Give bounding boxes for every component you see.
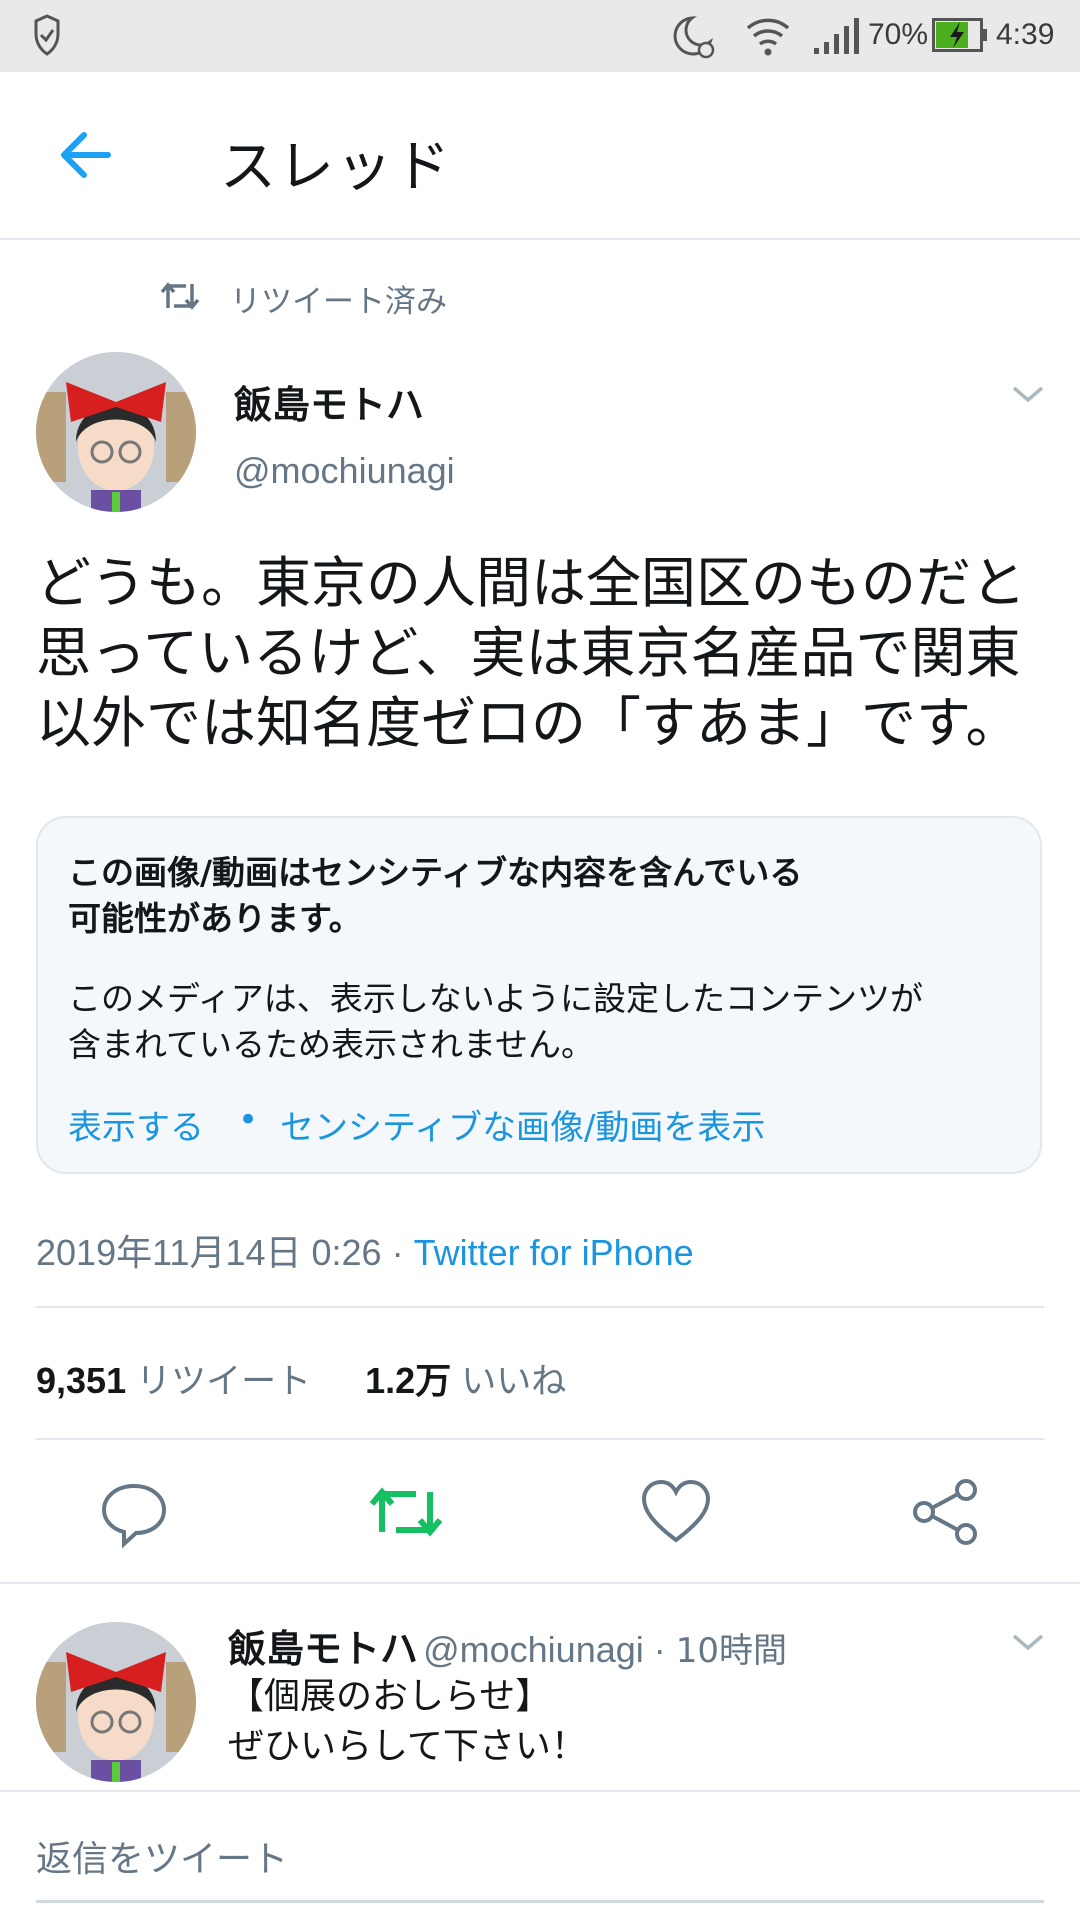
reply-text-line: ぜひいらして下さい！ (228, 1726, 587, 1767)
reply-text: 【個展のおしらせ】 ぜひいらして下さい！ (228, 1672, 587, 1772)
reply-chevron-down-icon[interactable] (1010, 1630, 1046, 1654)
warning-title-line: 可能性があります。 (68, 899, 362, 938)
back-arrow-icon[interactable] (58, 130, 112, 180)
divider (36, 1438, 1044, 1440)
chevron-down-icon[interactable] (1010, 382, 1046, 406)
compose-divider (0, 1790, 1080, 1792)
meta-separator: · (381, 1232, 414, 1273)
reply-compose-input[interactable]: 返信をツイート (36, 1830, 288, 1882)
warning-body-line: このメディアは、表示しないように設定したコンテンツが (68, 979, 924, 1018)
sensitive-settings-link[interactable]: センシティブな画像/動画を表示 (280, 1100, 765, 1149)
show-media-link[interactable]: 表示する (68, 1100, 204, 1149)
reply-author-name[interactable]: 飯島モトハ (228, 1627, 418, 1671)
reply-time-separator: · (643, 1629, 676, 1670)
retweet-count[interactable]: 9,351 (36, 1360, 126, 1401)
clock: 4:39 (996, 18, 1055, 51)
like-heart-icon[interactable] (636, 1472, 716, 1552)
warning-title-line: この画像/動画はセンシティブな内容を含んでいる (68, 853, 803, 892)
divider (36, 1306, 1044, 1308)
signal-icon (814, 18, 859, 54)
reply-header: 飯島モトハ @mochiunagi · 10時間 (228, 1618, 787, 1673)
status-bar: 70% 4:39 (0, 0, 1080, 72)
warning-body-line: 含まれているため表示されません。 (68, 1025, 595, 1064)
do-not-disturb-alarm-icon (673, 16, 715, 59)
tweet-meta: 2019年11月14日 0:26 · Twitter for iPhone (36, 1224, 694, 1276)
sensitive-media-card: この画像/動画はセンシティブな内容を含んでいる 可能性があります。 このメディア… (36, 816, 1042, 1174)
compose-underline (36, 1900, 1044, 1903)
retweeted-label: リツイート済み (230, 284, 447, 320)
tweet-text-line: 以外では知名度ゼロの「すあま」です。 (36, 691, 1021, 755)
page-title: スレッド (220, 135, 452, 200)
like-count-label[interactable]: いいね (461, 1362, 566, 1402)
share-icon[interactable] (906, 1472, 986, 1552)
link-separator: • (238, 1100, 259, 1140)
sensitive-warning-body: このメディアは、表示しないように設定したコンテンツが 含まれているため表示されま… (68, 976, 1018, 1068)
tweet-text: どうも。東京の人間は全国区のものだと 思っているけど、実は東京名産品で関東 以外… (36, 548, 1056, 758)
author-handle[interactable]: @mochiunagi (234, 450, 455, 492)
retweet-icon[interactable] (366, 1472, 446, 1552)
like-count[interactable]: 1.2万 (365, 1360, 451, 1401)
tweet-stats: 9,351 リツイート 1.2万 いいね (36, 1352, 566, 1404)
battery-charging-icon (932, 18, 987, 52)
timestamp: 2019年11月14日 0:26 (36, 1232, 382, 1273)
reply-time[interactable]: 10時間 (676, 1631, 787, 1671)
retweet-count-label[interactable]: リツイート (136, 1362, 311, 1402)
reply-author-handle[interactable]: @mochiunagi (423, 1629, 644, 1670)
author-name[interactable]: 飯島モトハ (234, 374, 424, 429)
shield-icon (34, 14, 60, 56)
battery-percent: 70% (868, 18, 929, 51)
reply-text-line: 【個展のおしらせ】 (228, 1676, 552, 1717)
avatar[interactable] (36, 352, 196, 512)
reply-avatar[interactable] (36, 1622, 196, 1782)
sensitive-warning-title: この画像/動画はセンシティブな内容を含んでいる 可能性があります。 (68, 850, 968, 942)
retweeted-icon (160, 282, 200, 310)
header-bar: スレッド (0, 72, 1080, 240)
section-divider (0, 1582, 1080, 1584)
source-link[interactable]: Twitter for iPhone (414, 1232, 694, 1273)
reply-icon[interactable] (94, 1472, 174, 1552)
tweet-text-line: どうも。東京の人間は全国区のものだと (36, 551, 1027, 615)
wifi-icon (746, 18, 790, 56)
tweet-text-line: 思っているけど、実は東京名産品で関東 (36, 621, 1021, 685)
